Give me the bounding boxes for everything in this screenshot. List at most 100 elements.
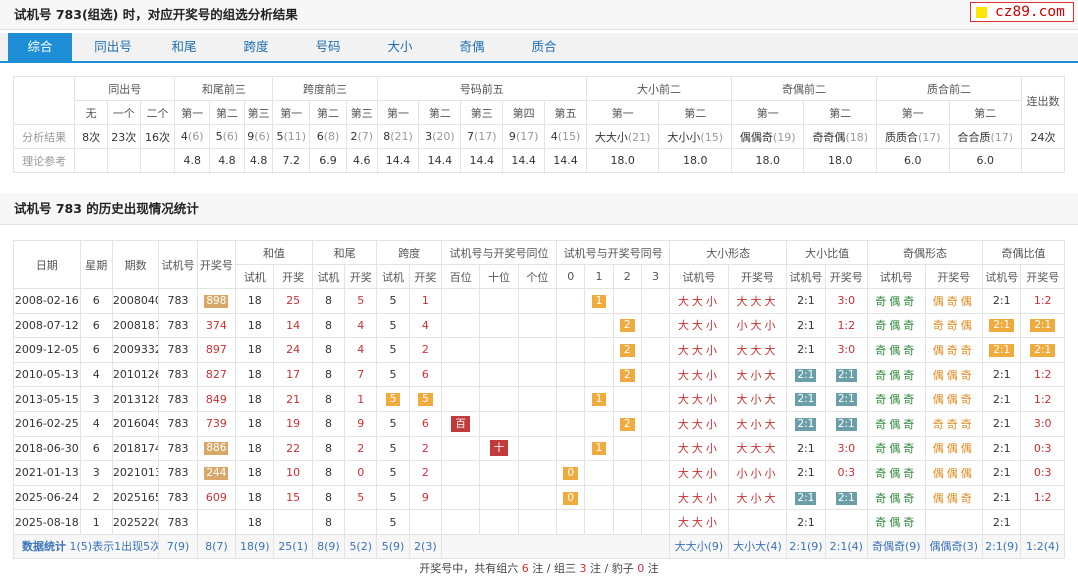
highlight-badge: 2:1	[795, 368, 817, 382]
sub-header: 第一	[585, 100, 660, 125]
week-cell: 6	[79, 435, 113, 462]
draw-value: 374	[205, 318, 227, 332]
header-test: 试机号	[158, 240, 198, 289]
history-title: 试机号 783 的历史出现情况统计	[0, 193, 1078, 225]
highlight-badge: 244	[204, 466, 229, 480]
same-number-cell	[640, 460, 671, 486]
form-cell: 大大小	[669, 337, 729, 363]
same-number-cell	[640, 337, 671, 363]
tab-2[interactable]: 和尾	[148, 33, 220, 61]
history-row: 2008-07-12 6 2008187 783 374 18 14 8 4 5 4 2 大大小 小大小 2…	[13, 312, 1065, 339]
parity-form-test-cell: 奇偶奇	[866, 484, 926, 511]
sum-test-cell: 18	[235, 288, 275, 314]
sub-header: 第二	[948, 100, 1023, 125]
same-number-cell	[612, 435, 642, 462]
parity-ratio-test-cell: 2:1	[982, 288, 1022, 314]
form-value: 偶奇奇	[932, 343, 975, 357]
ref-cell	[74, 148, 108, 173]
issue-cell: 2009332	[111, 337, 160, 363]
form-value: 大大大	[736, 343, 779, 357]
same-position-cell	[479, 410, 519, 437]
highlight-badge: 5	[385, 393, 401, 407]
sub-header: 开奖	[273, 264, 313, 289]
sub-header: 2	[612, 264, 642, 289]
sum-test-cell: 18	[235, 460, 275, 486]
ref-cell: 18.0	[658, 148, 732, 173]
size-ratio-test-cell: 2:1	[786, 509, 826, 535]
same-number-cell	[556, 386, 586, 412]
issue-cell: 2008040	[111, 288, 160, 314]
ref-cell: 18.0	[803, 148, 877, 173]
result-cell: 7(17)	[460, 124, 504, 149]
tab-1[interactable]: 同出号	[78, 33, 148, 61]
same-number-cell	[584, 312, 614, 339]
form-cell: 大大小	[669, 484, 729, 511]
issue-cell: 2021013	[111, 460, 160, 486]
result-cell: 大大小(21)	[585, 124, 660, 149]
sub-header: 个位	[517, 264, 558, 289]
ref-cell: 4.8	[243, 148, 274, 173]
header-issue: 期数	[111, 240, 160, 289]
same-position-cell	[479, 484, 519, 511]
tab-4[interactable]: 号码	[292, 33, 364, 61]
draw-cell: 374	[196, 312, 237, 339]
tab-7[interactable]: 质合	[508, 33, 580, 61]
group-header: 连出数	[1021, 76, 1065, 125]
analysis-ref-row: 理论参考 4.8 4.8 4.8 7.2 6.9 4.6 14.4 14.4 14.4 14.4 14…	[12, 148, 1065, 173]
history-row: 2018-06-30 6 2018174 783 886 18 22 8 2 5 2 十 1 大大小 大大大…	[13, 435, 1065, 462]
footer-summary: 开奖号中，共有组六 6 注 / 组三 3 注 / 豹子 0 注	[13, 559, 1065, 579]
size-ratio-test-cell: 2:1	[786, 312, 826, 339]
size-ratio-test-cell: 2:1	[786, 410, 826, 437]
result-value: 大大小	[594, 130, 628, 144]
span-draw-cell: 9	[408, 484, 442, 511]
tab-3[interactable]: 跨度	[220, 33, 292, 61]
highlight-badge: 0	[563, 491, 579, 505]
sub-header: 试机号	[866, 264, 926, 289]
ratio-value: 0:3	[1033, 466, 1052, 480]
group-header: 和值	[235, 240, 313, 265]
size-ratio-draw-cell: 2:1	[824, 484, 868, 511]
span-test-cell: 5	[376, 337, 410, 363]
ref-cell: 6.0	[948, 148, 1023, 173]
ratio-value: 3:0	[1033, 417, 1052, 431]
group-header: 跨度前三	[272, 76, 378, 101]
sum-draw-cell: 22	[273, 435, 313, 462]
ratio-value: 3:0	[837, 441, 856, 455]
site-logo[interactable]: cz89.com	[970, 2, 1074, 22]
tab-0[interactable]: 综合	[8, 33, 72, 61]
ref-cell: 14.4	[418, 148, 462, 173]
history-row: 2013-05-15 3 2013128 783 849 18 21 8 1 5 5 1 大大小 大小大 2…	[13, 386, 1065, 412]
result-count: (8)	[323, 130, 340, 143]
result-cell: 大小小(15)	[658, 124, 732, 149]
same-number-cell	[640, 312, 671, 339]
history-row: 2010-05-13 4 2010126 783 827 18 17 8 7 5 6 2 大大小 大小大 2…	[13, 361, 1065, 388]
ratio-value: 1:2	[1033, 368, 1052, 382]
result-cell: 2(7)	[345, 124, 378, 149]
tab-6[interactable]: 奇偶	[436, 33, 508, 61]
test-cell: 783	[158, 484, 198, 511]
sum-test-cell: 18	[235, 435, 275, 462]
size-ratio-draw-cell: 3:0	[824, 435, 868, 462]
week-cell: 3	[79, 460, 113, 486]
tab-5[interactable]: 大小	[364, 33, 436, 61]
form-cell: 大大小	[669, 386, 729, 412]
same-number-cell	[640, 288, 671, 314]
form-cell: 小大小	[727, 312, 788, 339]
sub-header: 0	[556, 264, 586, 289]
form-value: 大大小	[677, 319, 720, 333]
sub-header: 第二	[309, 100, 347, 125]
parity-form-draw-cell: 偶偶偶	[924, 460, 984, 486]
form-value: 大大小	[677, 393, 720, 407]
highlight-badge: 5	[417, 393, 433, 407]
parity-ratio-test-cell: 2:1	[982, 435, 1022, 462]
ref-cell: 14.4	[460, 148, 504, 173]
result-value: 8次	[82, 130, 101, 144]
issue-cell: 2025165	[111, 484, 160, 511]
parity-ratio-test-cell: 2:1	[982, 410, 1022, 437]
draw-cell	[196, 509, 237, 535]
same-number-cell	[612, 484, 642, 511]
highlight-badge: 886	[204, 442, 229, 456]
sub-header: 试机号	[786, 264, 826, 289]
form-value: 大大小	[677, 491, 720, 505]
result-cell: 9(17)	[502, 124, 546, 149]
